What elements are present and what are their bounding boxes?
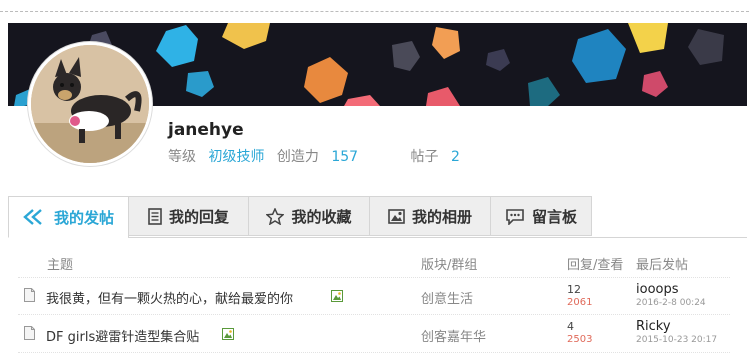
last-post-user[interactable]: Ricky <box>636 319 671 334</box>
last-post-time: 2016-2-8 00:24 <box>636 298 706 308</box>
table-row-subject[interactable]: DF girls避雷针造型集合贴 <box>46 326 199 345</box>
table-row-subject[interactable]: 我很黄，但有一颗火热的心，献给最爱的你 <box>46 288 293 307</box>
level-value[interactable]: 初级技师 <box>208 149 264 165</box>
profile-tabs: 我的发帖 我的回复 我的收藏 我的相册 留言板 <box>8 196 592 238</box>
tab-label: 我的相册 <box>411 207 472 226</box>
table-row-forum[interactable]: 创意生活 <box>421 288 473 307</box>
document-icon <box>148 207 162 225</box>
col-header-forum: 版块/群组 <box>421 258 478 273</box>
creativity-value: 157 <box>331 149 359 165</box>
col-header-replies-views: 回复/查看 <box>567 258 624 273</box>
tab-message-board[interactable]: 留言板 <box>490 196 592 236</box>
tab-label: 我的发帖 <box>53 208 114 227</box>
level-label: 等级 <box>168 149 196 165</box>
view-count: 2061 <box>567 297 593 308</box>
col-header-subject: 主题 <box>47 258 74 273</box>
creativity-label: 创造力 <box>276 149 319 165</box>
star-icon <box>266 207 285 225</box>
last-post-time: 2015-10-23 20:17 <box>636 335 718 345</box>
tab-label: 我的回复 <box>168 207 229 226</box>
tab-my-favorites[interactable]: 我的收藏 <box>248 196 370 236</box>
profile-stats: 等级 初级技师 创造力 157 帖子 2 <box>168 146 460 166</box>
tab-label: 留言板 <box>531 207 577 226</box>
top-strip <box>0 0 749 22</box>
avatar[interactable] <box>28 42 152 166</box>
attachment-image-icon <box>222 328 234 340</box>
row-separator <box>18 352 730 353</box>
reply-count: 12 <box>567 283 581 296</box>
col-header-last-post: 最后发帖 <box>636 258 689 273</box>
row-separator <box>18 314 730 315</box>
attachment-image-icon <box>331 290 343 302</box>
tab-divider <box>128 237 747 238</box>
view-count: 2503 <box>567 334 593 345</box>
document-icon <box>24 288 35 302</box>
tab-my-replies[interactable]: 我的回复 <box>128 196 249 236</box>
reply-arrow-icon <box>23 209 42 225</box>
tab-my-album[interactable]: 我的相册 <box>369 196 491 236</box>
image-icon <box>388 208 405 224</box>
message-icon <box>506 208 524 225</box>
avatar-dog-photo <box>31 45 149 163</box>
tab-label: 我的收藏 <box>291 207 352 226</box>
posts-label: 帖子 <box>410 149 439 165</box>
table-row-forum[interactable]: 创客嘉年华 <box>421 326 486 345</box>
row-separator <box>18 277 730 278</box>
document-icon <box>24 326 35 340</box>
posts-value: 2 <box>451 149 460 165</box>
tab-my-posts[interactable]: 我的发帖 <box>8 196 129 238</box>
username[interactable]: janehye <box>168 120 244 140</box>
last-post-user[interactable]: iooops <box>636 282 679 297</box>
reply-count: 4 <box>567 320 574 333</box>
